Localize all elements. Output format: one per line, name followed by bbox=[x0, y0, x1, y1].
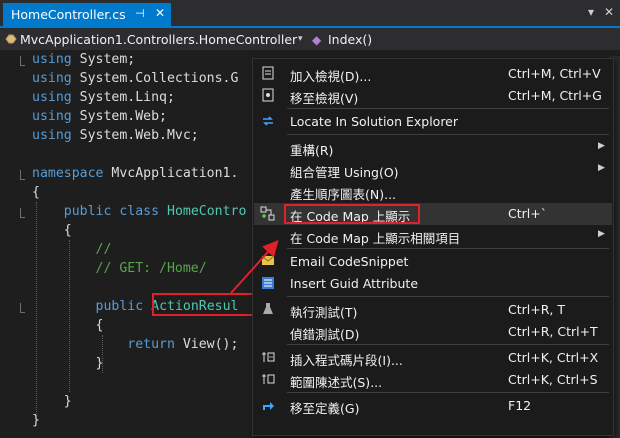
annotation-arrow bbox=[230, 240, 279, 294]
